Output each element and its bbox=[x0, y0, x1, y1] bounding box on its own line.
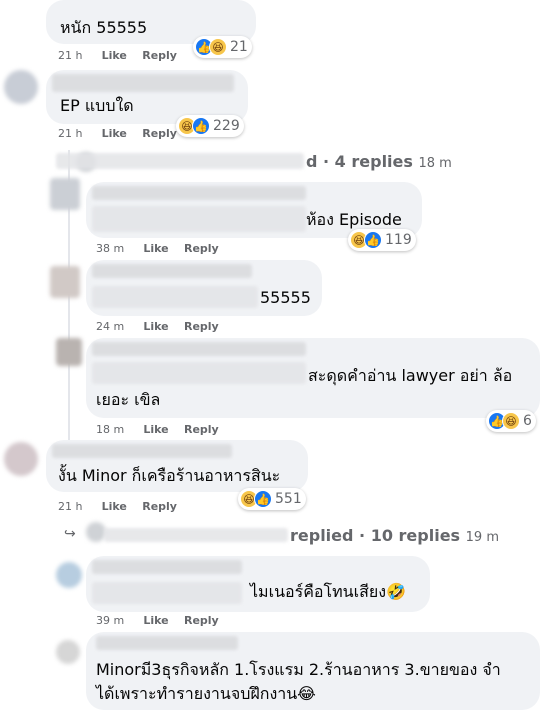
reply-arrow-icon: ↪ bbox=[64, 526, 76, 542]
reply-button[interactable]: Reply bbox=[184, 423, 219, 436]
comment-text: หนัก 55555 bbox=[60, 18, 148, 37]
reply-button[interactable]: Reply bbox=[184, 614, 219, 627]
comment-meta: 21 h Like Reply bbox=[58, 127, 177, 140]
comment-time[interactable]: 18 m bbox=[96, 423, 124, 436]
comment-text-line-1: สะดุดคำอ่าน lawyer อย่า ล้อ bbox=[308, 366, 513, 385]
author-name-blurred[interactable] bbox=[92, 264, 252, 278]
author-name-blurred[interactable] bbox=[92, 560, 242, 574]
comment-meta: 21 h Like Reply bbox=[58, 500, 177, 513]
like-icon: 👍 bbox=[254, 490, 272, 508]
comment-text-line-2: เยอะ เขิล bbox=[96, 390, 161, 409]
reaction-count: 119 bbox=[385, 232, 412, 248]
like-icon: 👍 bbox=[192, 117, 210, 135]
reply-button[interactable]: Reply bbox=[142, 127, 177, 140]
like-button[interactable]: Like bbox=[102, 500, 127, 513]
reply-button[interactable]: Reply bbox=[184, 320, 219, 333]
comment-text: EP แบบใด bbox=[60, 96, 134, 115]
reaction-count: 6 bbox=[523, 413, 532, 429]
reaction-summary[interactable]: 😆 👍 551 bbox=[238, 488, 306, 510]
reply-button[interactable]: Reply bbox=[142, 500, 177, 513]
reaction-count: 21 bbox=[230, 39, 248, 55]
comment-text: ไมเนอร์คือโทนเสียง🤣 bbox=[250, 582, 406, 601]
like-button[interactable]: Like bbox=[102, 127, 127, 140]
reply-button[interactable]: Reply bbox=[184, 242, 219, 255]
reaction-summary[interactable]: 😆 👍 229 bbox=[176, 115, 244, 137]
author-name-blurred[interactable] bbox=[92, 342, 306, 356]
avatar[interactable] bbox=[4, 442, 38, 476]
comment-text: ห้อง Episode bbox=[306, 210, 402, 229]
replier-names-blurred[interactable] bbox=[104, 528, 288, 542]
author-name-blurred[interactable] bbox=[52, 444, 232, 458]
comment-text-line-2: ได้เพราะทำรายงานจบฝึกงาน😂 bbox=[96, 684, 316, 703]
comment-text-blurred bbox=[92, 206, 306, 232]
comment-meta: 24 m Like Reply bbox=[96, 320, 219, 333]
view-replies-link[interactable]: replied · 10 replies 19 m bbox=[290, 526, 499, 545]
reply-button[interactable]: Reply bbox=[142, 49, 177, 62]
avatar[interactable] bbox=[56, 338, 82, 366]
comment-meta: 39 m Like Reply bbox=[96, 614, 219, 627]
haha-icon: 😆 bbox=[209, 38, 227, 56]
comment-meta: 38 m Like Reply bbox=[96, 242, 219, 255]
like-icon: 👍 bbox=[364, 231, 382, 249]
comment-text-line-1: Minorมี3ธุรกิจหลัก 1.โรงแรม 2.ร้านอาหาร … bbox=[96, 660, 501, 679]
like-button[interactable]: Like bbox=[102, 49, 127, 62]
haha-icon: 😆 bbox=[502, 412, 520, 430]
like-button[interactable]: Like bbox=[143, 320, 168, 333]
avatar[interactable] bbox=[50, 266, 80, 298]
comment-time[interactable]: 21 h bbox=[58, 49, 82, 62]
like-button[interactable]: Like bbox=[143, 242, 168, 255]
comment-text: งั้น Minor ก็เครือร้านอาหารสินะ bbox=[58, 466, 281, 485]
reaction-count: 551 bbox=[275, 491, 302, 507]
author-name-blurred[interactable] bbox=[52, 74, 234, 92]
comment-meta: 21 h Like Reply bbox=[58, 49, 177, 62]
reaction-summary[interactable]: 👍 😆 6 bbox=[486, 410, 536, 432]
comment-text-blurred bbox=[92, 582, 242, 604]
author-name-blurred[interactable] bbox=[92, 186, 306, 200]
reaction-count: 229 bbox=[213, 118, 240, 134]
avatar[interactable] bbox=[56, 640, 80, 664]
replier-names-blurred[interactable] bbox=[56, 153, 304, 169]
comment-time[interactable]: 24 m bbox=[96, 320, 124, 333]
comment-time[interactable]: 38 m bbox=[96, 242, 124, 255]
like-button[interactable]: Like bbox=[143, 614, 168, 627]
avatar[interactable] bbox=[4, 70, 38, 104]
comment-time[interactable]: 21 h bbox=[58, 500, 82, 513]
comment-meta: 18 m Like Reply bbox=[96, 423, 219, 436]
reaction-summary[interactable]: 👍 😆 21 bbox=[193, 36, 252, 58]
avatar[interactable] bbox=[50, 178, 80, 210]
comment-text-blurred bbox=[92, 362, 306, 384]
comment-text-blurred bbox=[92, 286, 258, 308]
avatar bbox=[86, 522, 106, 542]
like-button[interactable]: Like bbox=[143, 423, 168, 436]
comment-time[interactable]: 21 h bbox=[58, 127, 82, 140]
author-name-blurred[interactable] bbox=[96, 636, 238, 650]
avatar[interactable] bbox=[56, 562, 82, 588]
comment-time[interactable]: 39 m bbox=[96, 614, 124, 627]
comment-text: 55555 bbox=[260, 288, 311, 307]
reaction-summary[interactable]: 😆 👍 119 bbox=[348, 229, 416, 251]
view-replies-link[interactable]: d · 4 replies 18 m bbox=[306, 152, 452, 171]
